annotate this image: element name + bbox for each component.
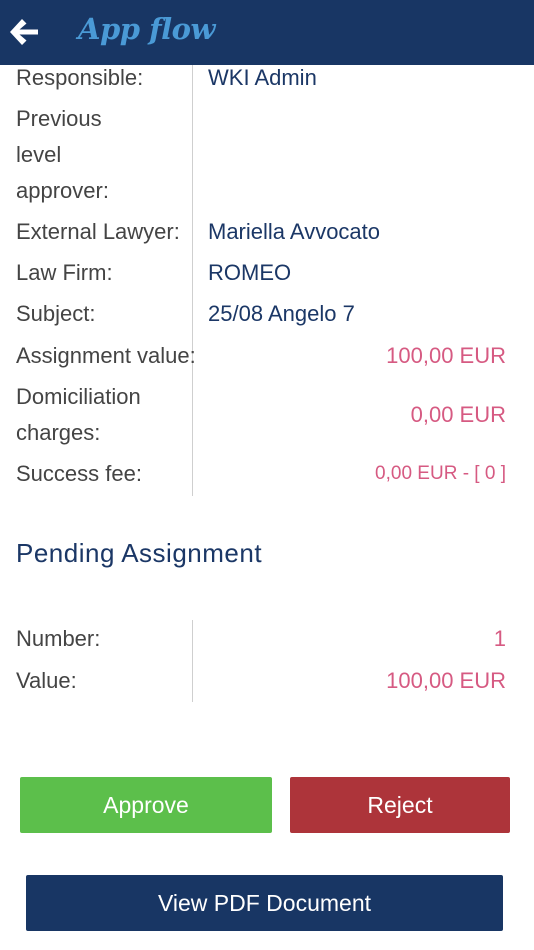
law-firm-value: ROMEO: [208, 260, 292, 285]
approve-button[interactable]: Approve: [20, 777, 272, 833]
assignment-value-amount: 100,00 EUR: [386, 343, 506, 368]
pending-value-label: Value:: [16, 668, 77, 693]
external-lawyer-label: External Lawyer:: [16, 219, 180, 244]
pending-assignment-title: Pending Assignment: [16, 538, 263, 568]
domiciliation-label-1: Domiciliation: [16, 384, 141, 409]
back-arrow-icon[interactable]: [6, 14, 42, 50]
success-fee-label: Success fee:: [16, 461, 142, 486]
success-fee-amount: 0,00 EUR - [ 0 ]: [375, 463, 506, 484]
previous-approver-label-3: approver:: [16, 178, 109, 203]
details-divider: [192, 65, 193, 496]
previous-approver-label-2: level: [16, 142, 62, 167]
law-firm-label: Law Firm:: [16, 260, 113, 285]
responsible-value: WKI Admin: [208, 65, 317, 90]
subject-value: 25/08 Angelo 7: [208, 301, 355, 326]
external-lawyer-value: Mariella Avvocato: [208, 219, 381, 244]
app-header: App flow: [0, 0, 534, 65]
pending-value-amount: 100,00 EUR: [386, 668, 506, 693]
view-pdf-button[interactable]: View PDF Document: [26, 875, 503, 931]
responsible-label: Responsible:: [16, 65, 144, 90]
previous-approver-label-1: Previous: [16, 106, 102, 131]
domiciliation-label-2: charges:: [16, 420, 101, 445]
domiciliation-amount: 0,00 EUR: [410, 402, 506, 427]
pending-divider: [192, 620, 193, 702]
pending-number-value: 1: [493, 626, 506, 651]
assignment-value-label: Assignment value:: [16, 343, 196, 368]
app-logo: App flow: [78, 12, 215, 46]
subject-label: Subject:: [16, 301, 96, 326]
pending-number-label: Number:: [16, 626, 101, 651]
reject-button[interactable]: Reject: [290, 777, 510, 833]
